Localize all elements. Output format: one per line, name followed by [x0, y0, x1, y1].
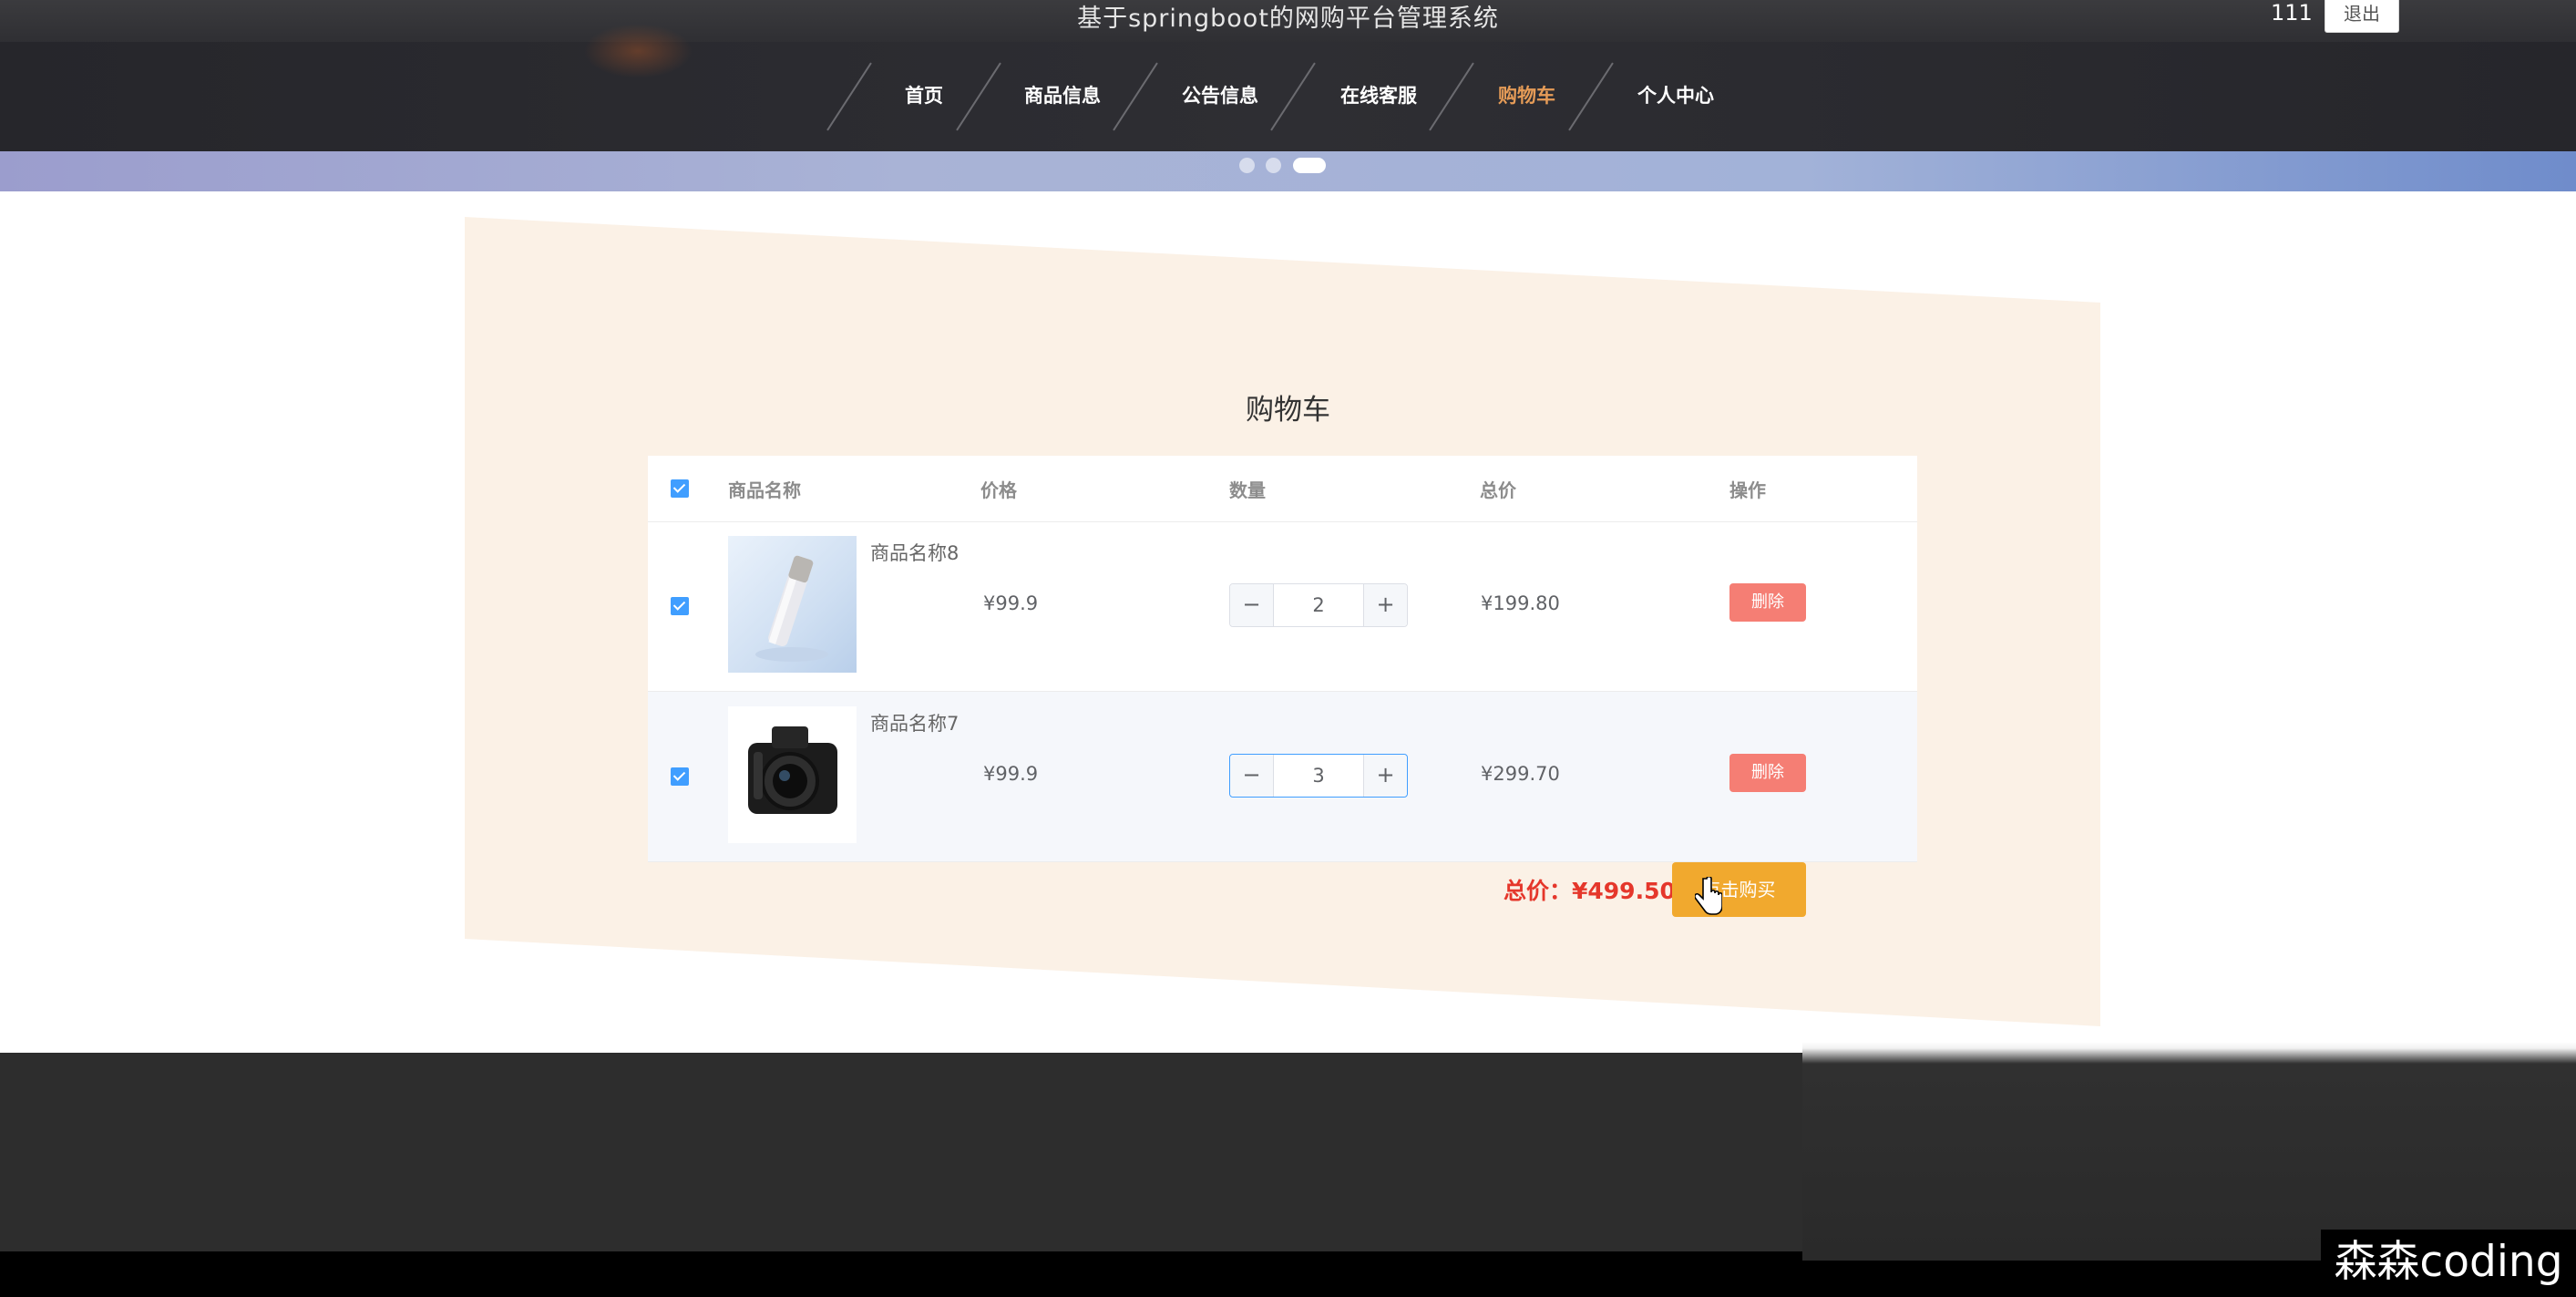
column-header-name: 商品名称: [728, 479, 801, 501]
table-row: 商品名称7 ¥99.9 − 3 + ¥299.70 删除: [648, 692, 1917, 862]
column-header-subtotal: 总价: [1480, 479, 1516, 501]
carousel-dot-active[interactable]: [1293, 158, 1326, 173]
increment-button[interactable]: +: [1363, 584, 1407, 626]
nav-divider: [1113, 60, 1158, 133]
column-header-actions: 操作: [1729, 479, 1766, 501]
product-name: 商品名称8: [870, 542, 960, 564]
nav-item-home[interactable]: 首页: [905, 81, 943, 108]
camera-product-image[interactable]: [728, 706, 857, 843]
table-row: 商品名称8 ¥99.9 − 2 + ¥199.80 删除: [648, 521, 1917, 692]
nav-item-customer-service[interactable]: 在线客服: [1340, 81, 1417, 108]
nav-divider: [1568, 60, 1614, 133]
select-all-checkbox[interactable]: [671, 479, 689, 498]
bottle-product-image[interactable]: [728, 536, 857, 673]
delete-button[interactable]: 删除: [1729, 583, 1806, 622]
username: 111: [2271, 0, 2313, 26]
decrement-button[interactable]: −: [1230, 584, 1274, 626]
nav-divider: [1270, 60, 1316, 133]
product-price: ¥99.9: [983, 763, 1039, 785]
cart-total: 总价：¥499.50: [1504, 878, 1676, 904]
column-header-price: 价格: [980, 479, 1017, 501]
carousel-dot[interactable]: [1239, 158, 1255, 173]
increment-button[interactable]: +: [1363, 755, 1407, 797]
main-nav: 首页 商品信息 公告信息 在线客服 购物车 个人中心: [0, 24, 2576, 151]
product-name: 商品名称7: [870, 713, 960, 735]
nav-divider: [956, 60, 1001, 133]
row-subtotal: ¥199.80: [1481, 592, 1560, 614]
product-price: ¥99.9: [983, 592, 1039, 614]
nav-item-products[interactable]: 商品信息: [1024, 81, 1101, 108]
checkout-button[interactable]: 点击购买: [1672, 862, 1806, 917]
site-title: 基于springboot的网购平台管理系统: [1077, 5, 1499, 33]
quantity-input[interactable]: 3: [1274, 755, 1363, 797]
nav-item-profile[interactable]: 个人中心: [1637, 81, 1714, 108]
nav-divider: [1429, 60, 1474, 133]
delete-button[interactable]: 删除: [1729, 754, 1806, 792]
nav-item-announcements[interactable]: 公告信息: [1182, 81, 1258, 108]
nav-decoration: [583, 24, 693, 78]
column-header-quantity: 数量: [1229, 479, 1266, 501]
nav-item-cart[interactable]: 购物车: [1498, 81, 1555, 108]
page-title: 购物车: [1246, 394, 1330, 427]
carousel-dot[interactable]: [1266, 158, 1281, 173]
video-overlay: [1802, 1042, 2576, 1261]
row-subtotal: ¥299.70: [1481, 763, 1560, 785]
top-bar: 基于springboot的网购平台管理系统 111 退出: [0, 0, 2576, 42]
decrement-button[interactable]: −: [1230, 755, 1274, 797]
quantity-stepper[interactable]: − 2 +: [1229, 583, 1408, 627]
quantity-stepper[interactable]: − 3 +: [1229, 754, 1408, 798]
table-header: 商品名称 价格 数量 总价 操作: [648, 456, 1917, 522]
watermark: 森森coding: [2321, 1230, 2576, 1297]
quantity-input[interactable]: 2: [1274, 584, 1363, 626]
carousel-banner: [0, 151, 2576, 191]
hand-cursor-icon: [1695, 877, 1722, 915]
logout-button[interactable]: 退出: [2325, 0, 2399, 33]
nav-divider: [826, 60, 872, 133]
cart-table: 商品名称 价格 数量 总价 操作 商品名称8 ¥99.9 − 2 + ¥199.…: [648, 456, 1917, 862]
row-checkbox[interactable]: [671, 767, 689, 786]
row-checkbox[interactable]: [671, 597, 689, 615]
